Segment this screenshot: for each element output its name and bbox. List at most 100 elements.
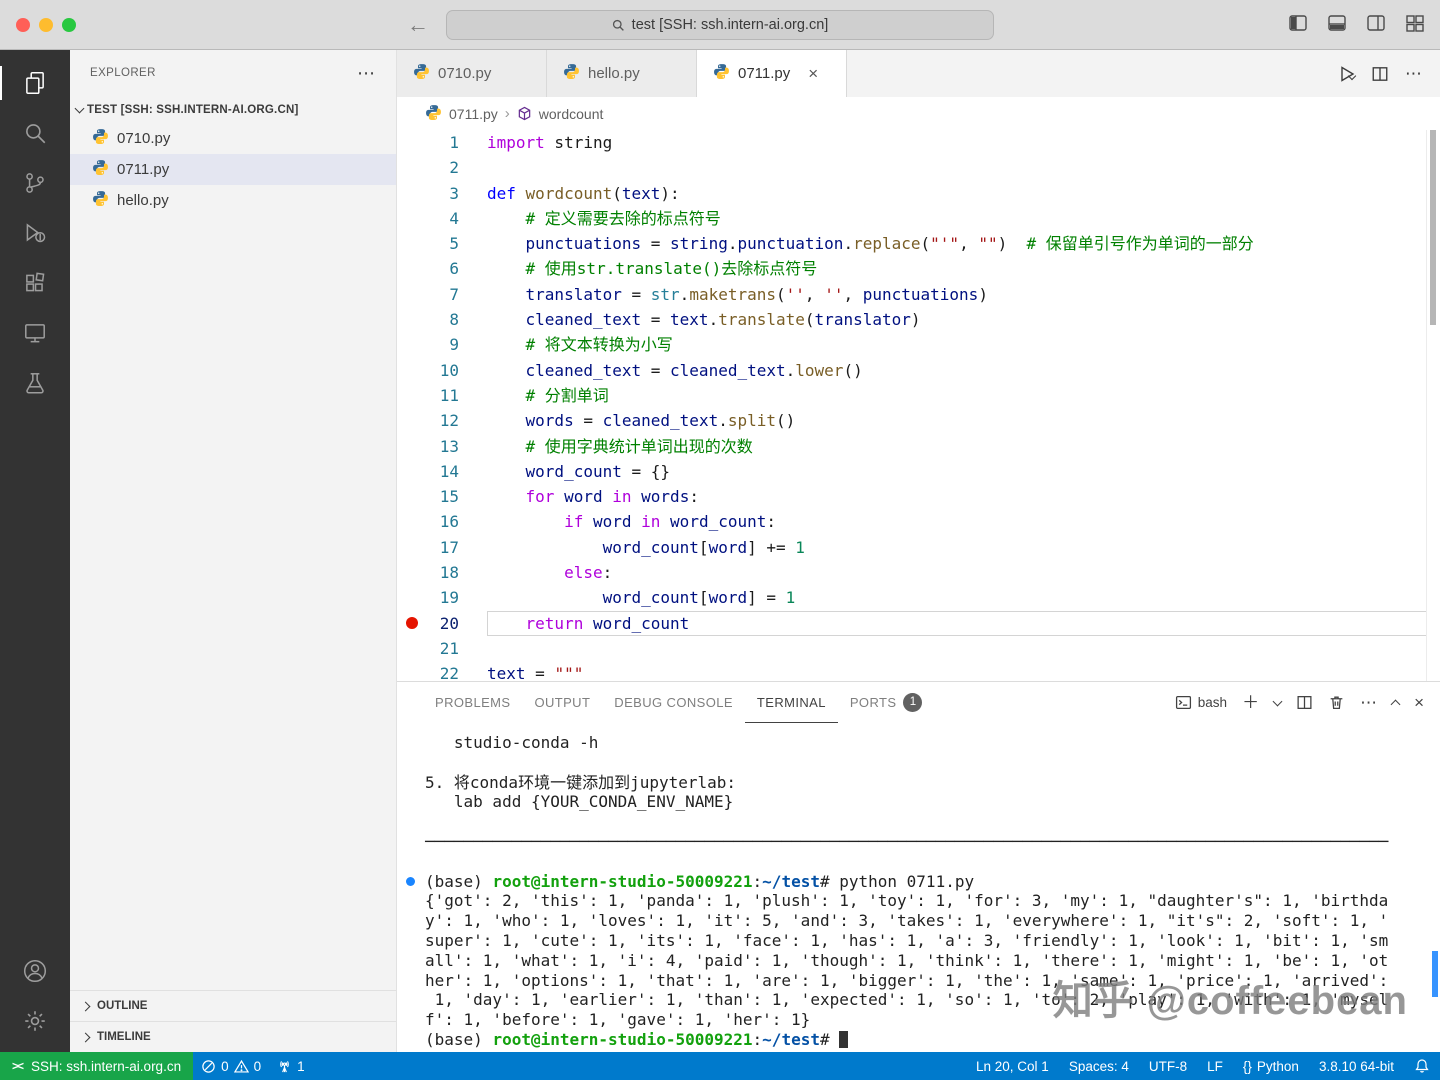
split-editor-icon[interactable]	[1371, 65, 1389, 83]
code-line-1[interactable]: 1import string	[397, 130, 1440, 155]
panel-tab-terminal[interactable]: TERMINAL	[745, 682, 838, 723]
code-line-10[interactable]: 10 cleaned_text = cleaned_text.lower()	[397, 358, 1440, 383]
problems-status[interactable]: 0 0	[193, 1052, 269, 1080]
kill-terminal-trash-icon[interactable]	[1328, 694, 1345, 711]
terminal-shell-selector[interactable]: bash	[1175, 694, 1227, 711]
timeline-section-header[interactable]: TIMELINE	[70, 1021, 396, 1052]
tab-hello[interactable]: hello.py	[547, 50, 697, 97]
code-line-13[interactable]: 13 # 使用字典统计单词出现的次数	[397, 434, 1440, 459]
breakpoint-gutter[interactable]	[397, 231, 427, 256]
code-line-21[interactable]: 21	[397, 636, 1440, 661]
indentation-status[interactable]: Spaces: 4	[1059, 1059, 1139, 1074]
activity-remote-explorer-icon[interactable]	[0, 308, 70, 358]
breadcrumb-file[interactable]: 0711.py	[449, 106, 498, 122]
cursor-position-status[interactable]: Ln 20, Col 1	[966, 1059, 1059, 1074]
code-line-18[interactable]: 18 else:	[397, 560, 1440, 585]
breakpoint-dot[interactable]	[406, 617, 418, 629]
breakpoint-gutter[interactable]	[397, 307, 427, 332]
code-line-15[interactable]: 15 for word in words:	[397, 484, 1440, 509]
remote-indicator[interactable]: >< SSH: ssh.intern-ai.org.cn	[0, 1052, 193, 1080]
editor-more-actions-icon[interactable]: ⋯	[1405, 65, 1422, 82]
breakpoint-gutter[interactable]	[397, 459, 427, 484]
tab-0711[interactable]: 0711.py ×	[697, 50, 847, 97]
activity-explorer-icon[interactable]	[0, 58, 70, 108]
breakpoint-gutter[interactable]	[397, 383, 427, 408]
breakpoint-gutter[interactable]	[397, 155, 427, 180]
breakpoint-gutter[interactable]	[397, 332, 427, 357]
encoding-status[interactable]: UTF-8	[1139, 1059, 1197, 1074]
activity-run-debug-icon[interactable]	[0, 208, 70, 258]
command-decoration-dot[interactable]	[406, 877, 415, 886]
breakpoint-gutter[interactable]	[397, 358, 427, 383]
breakpoint-gutter[interactable]	[397, 535, 427, 560]
breakpoint-gutter[interactable]	[397, 181, 427, 206]
breakpoint-gutter[interactable]	[397, 130, 427, 155]
notifications-bell[interactable]	[1404, 1058, 1440, 1074]
panel-tab-ports[interactable]: PORTS 1	[838, 682, 935, 723]
accounts-icon[interactable]	[0, 946, 70, 996]
breakpoint-gutter[interactable]	[397, 408, 427, 433]
terminal-scrollbar-thumb[interactable]	[1432, 951, 1438, 997]
activity-extensions-icon[interactable]	[0, 258, 70, 308]
code-line-7[interactable]: 7 translator = str.maketrans('', '', pun…	[397, 282, 1440, 307]
panel-tab-debug-console[interactable]: DEBUG CONSOLE	[602, 682, 745, 723]
code-line-3[interactable]: 3def wordcount(text):	[397, 181, 1440, 206]
code-line-19[interactable]: 19 word_count[word] = 1	[397, 585, 1440, 610]
activity-search-icon[interactable]	[0, 108, 70, 158]
panel-more-actions-icon[interactable]: ⋯	[1360, 694, 1377, 711]
outline-section-header[interactable]: OUTLINE	[70, 990, 396, 1021]
code-line-8[interactable]: 8 cleaned_text = text.translate(translat…	[397, 307, 1440, 332]
file-item-0711[interactable]: 0711.py	[70, 154, 396, 185]
forwarded-ports-status[interactable]: 1	[269, 1052, 313, 1080]
activity-source-control-icon[interactable]	[0, 158, 70, 208]
maximize-panel-icon[interactable]	[1391, 700, 1401, 710]
python-interpreter-status[interactable]: 3.8.10 64-bit	[1309, 1059, 1404, 1074]
code-line-16[interactable]: 16 if word in word_count:	[397, 509, 1440, 534]
toggle-primary-sidebar-icon[interactable]	[1287, 12, 1309, 34]
split-terminal-icon[interactable]	[1296, 694, 1313, 711]
breakpoint-gutter[interactable]	[397, 636, 427, 661]
close-panel-icon[interactable]: ×	[1414, 694, 1424, 711]
language-mode-status[interactable]: {} Python	[1233, 1059, 1309, 1074]
eol-status[interactable]: LF	[1197, 1059, 1233, 1074]
panel-tab-problems[interactable]: PROBLEMS	[423, 682, 522, 723]
command-center-search[interactable]: test [SSH: ssh.intern-ai.org.cn]	[446, 10, 994, 40]
new-terminal-icon[interactable]: ＋	[1242, 694, 1259, 711]
toggle-secondary-sidebar-icon[interactable]	[1365, 12, 1387, 34]
code-line-20[interactable]: 20 return word_count	[397, 611, 1440, 636]
breakpoint-gutter[interactable]	[397, 256, 427, 281]
settings-gear-icon[interactable]	[0, 996, 70, 1046]
editor-scrollbar[interactable]	[1426, 130, 1440, 681]
breakpoint-gutter[interactable]	[397, 509, 427, 534]
file-item-hello[interactable]: hello.py	[70, 185, 396, 216]
code-line-12[interactable]: 12 words = cleaned_text.split()	[397, 408, 1440, 433]
run-python-file-button[interactable]	[1337, 64, 1355, 84]
code-line-5[interactable]: 5 punctuations = string.punctuation.repl…	[397, 231, 1440, 256]
breadcrumb-symbol[interactable]: wordcount	[539, 106, 604, 122]
code-line-17[interactable]: 17 word_count[word] += 1	[397, 535, 1440, 560]
code-line-4[interactable]: 4 # 定义需要去除的标点符号	[397, 206, 1440, 231]
workspace-section-header[interactable]: TEST [SSH: SSH.INTERN-AI.ORG.CN]	[70, 96, 396, 123]
terminal-view[interactable]: studio-conda -h5. 将conda环境一键添加到jupyterla…	[397, 723, 1440, 1052]
breakpoint-gutter[interactable]	[397, 585, 427, 610]
explorer-actions-icon[interactable]: ⋯	[357, 63, 376, 84]
back-arrow-icon[interactable]: ←	[402, 9, 434, 41]
breakpoint-gutter[interactable]	[397, 434, 427, 459]
editor-scrollbar-thumb[interactable]	[1430, 130, 1436, 325]
breakpoint-gutter[interactable]	[397, 661, 427, 681]
code-line-22[interactable]: 22text = """	[397, 661, 1440, 681]
breakpoint-gutter[interactable]	[397, 282, 427, 307]
code-line-9[interactable]: 9 # 将文本转换为小写	[397, 332, 1440, 357]
close-tab-icon[interactable]: ×	[808, 64, 818, 84]
tab-0710[interactable]: 0710.py	[397, 50, 547, 97]
breakpoint-gutter[interactable]	[397, 206, 427, 231]
code-line-2[interactable]: 2	[397, 155, 1440, 180]
breakpoint-gutter[interactable]	[397, 560, 427, 585]
code-line-6[interactable]: 6 # 使用str.translate()去除标点符号	[397, 256, 1440, 281]
panel-tab-output[interactable]: OUTPUT	[522, 682, 602, 723]
code-line-11[interactable]: 11 # 分割单词	[397, 383, 1440, 408]
zoom-window-button[interactable]	[62, 18, 76, 32]
breakpoint-gutter[interactable]	[397, 611, 427, 636]
code-line-14[interactable]: 14 word_count = {}	[397, 459, 1440, 484]
terminal-dropdown-icon[interactable]	[1273, 696, 1283, 706]
